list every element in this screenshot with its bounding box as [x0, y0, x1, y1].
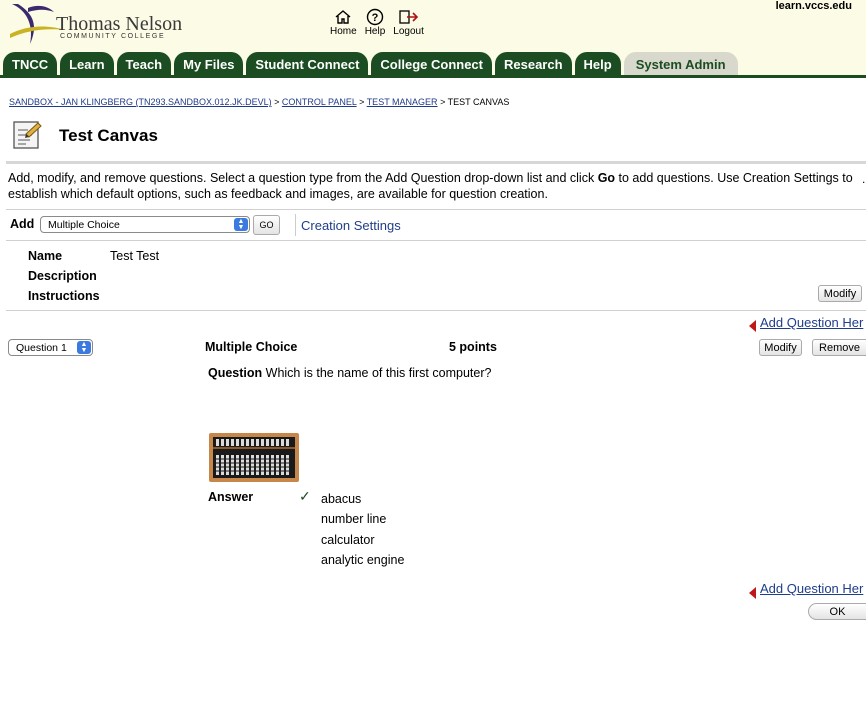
main-tabs: TNCC Learn Teach My Files Student Connec…	[3, 52, 738, 76]
add-question-here-link[interactable]: Add Question Her	[760, 315, 863, 330]
question-type: Multiple Choice	[205, 340, 298, 354]
breadcrumb-course[interactable]: SANDBOX - JAN KLINGBERG (TN293.SANDBOX.0…	[9, 97, 272, 107]
add-question-here-link[interactable]: Add Question Her	[760, 581, 863, 596]
home-label: Home	[330, 26, 357, 37]
go-button[interactable]: GO	[253, 215, 280, 235]
breadcrumb-separator: >	[440, 97, 446, 107]
creation-settings-link[interactable]: Creation Settings	[301, 218, 401, 233]
tab-tncc[interactable]: TNCC	[3, 52, 58, 76]
help-icon: ?	[366, 8, 384, 26]
intro-go-bold: Go	[597, 171, 616, 185]
svg-text:?: ?	[372, 12, 379, 24]
name-label: Name	[28, 249, 63, 263]
college-logo[interactable]: Thomas Nelson COMMUNITY COLLEGE	[8, 0, 182, 48]
question-type-value: Multiple Choice	[48, 218, 120, 231]
select-arrows-icon: ▲ ▼	[234, 218, 248, 231]
breadcrumb-test-manager[interactable]: TEST MANAGER	[367, 97, 438, 107]
answer-choice: number line	[321, 512, 387, 526]
tab-help[interactable]: Help	[574, 52, 621, 76]
tab-student-connect[interactable]: Student Connect	[246, 52, 369, 76]
test-info-section: Name Test Test Description Instructions …	[6, 241, 866, 311]
add-question-row: Add Multiple Choice ▲ ▼ GO Creation Setti…	[6, 209, 866, 241]
question-body: Which is the name of this first computer…	[265, 366, 492, 380]
intro-text-1: Add, modify, and remove questions. Selec…	[8, 171, 598, 185]
breadcrumb-separator: >	[274, 97, 280, 107]
question-label: Question	[208, 366, 263, 380]
help-label: Help	[364, 26, 386, 37]
site-url: learn.vccs.edu	[775, 0, 852, 12]
instructions-label: Instructions	[28, 289, 100, 303]
question-points: 5 points	[449, 340, 497, 354]
home-icon	[334, 8, 352, 26]
tab-college-connect[interactable]: College Connect	[371, 52, 492, 76]
test-canvas-icon	[12, 120, 42, 150]
tab-bar-line	[0, 75, 866, 78]
tab-learn[interactable]: Learn	[60, 52, 114, 76]
breadcrumb-control-panel[interactable]: CONTROL PANEL	[282, 97, 357, 107]
page-title: Test Canvas	[59, 126, 158, 145]
modify-question-button[interactable]: Modify	[759, 339, 802, 356]
tab-teach[interactable]: Teach	[116, 52, 172, 76]
tab-my-files[interactable]: My Files	[174, 52, 244, 76]
answer-label: Answer	[208, 490, 254, 504]
help-link[interactable]: ? Help	[364, 8, 386, 37]
correct-answer-check-icon: ✓	[299, 488, 311, 504]
breadcrumb-current: TEST CANVAS	[447, 97, 510, 107]
add-here-arrow-icon	[749, 320, 756, 332]
logout-link[interactable]: Logout	[393, 8, 424, 37]
question-type-select[interactable]: Multiple Choice ▲ ▼	[40, 216, 250, 233]
home-link[interactable]: Home	[330, 8, 357, 37]
modify-test-button[interactable]: Modify	[818, 285, 862, 302]
question-text: Question Which is the name of this first…	[208, 366, 491, 380]
remove-question-button[interactable]: Remove	[812, 339, 866, 356]
description-label: Description	[28, 269, 97, 283]
title-divider	[6, 161, 866, 164]
add-row-divider	[295, 214, 296, 236]
logout-icon	[398, 8, 419, 26]
question-number-select[interactable]: Question 1 ▲ ▼	[8, 339, 93, 356]
utility-nav: Home ? Help Logout	[330, 8, 424, 37]
abacus-image	[209, 433, 299, 482]
intro-edge-mark: .	[862, 172, 866, 186]
answer-choice: abacus	[321, 492, 362, 506]
tab-research[interactable]: Research	[495, 52, 572, 76]
logout-label: Logout	[393, 26, 424, 37]
select-arrows-icon: ▲ ▼	[77, 341, 91, 354]
answer-choice: calculator	[321, 533, 375, 547]
name-value: Test Test	[110, 249, 160, 263]
ok-button[interactable]: OK	[808, 603, 866, 620]
add-here-arrow-icon	[749, 587, 756, 599]
answer-choice: analytic engine	[321, 553, 405, 567]
logo-subtitle: COMMUNITY COLLEGE	[60, 33, 166, 40]
question-number-value: Question 1	[16, 341, 67, 354]
breadcrumb-separator: >	[359, 97, 365, 107]
page-instructions: Add, modify, and remove questions. Selec…	[8, 170, 853, 202]
breadcrumb: SANDBOX - JAN KLINGBERG (TN293.SANDBOX.0…	[9, 97, 509, 107]
tab-system-admin[interactable]: System Admin	[623, 52, 738, 76]
add-label: Add	[10, 217, 35, 231]
